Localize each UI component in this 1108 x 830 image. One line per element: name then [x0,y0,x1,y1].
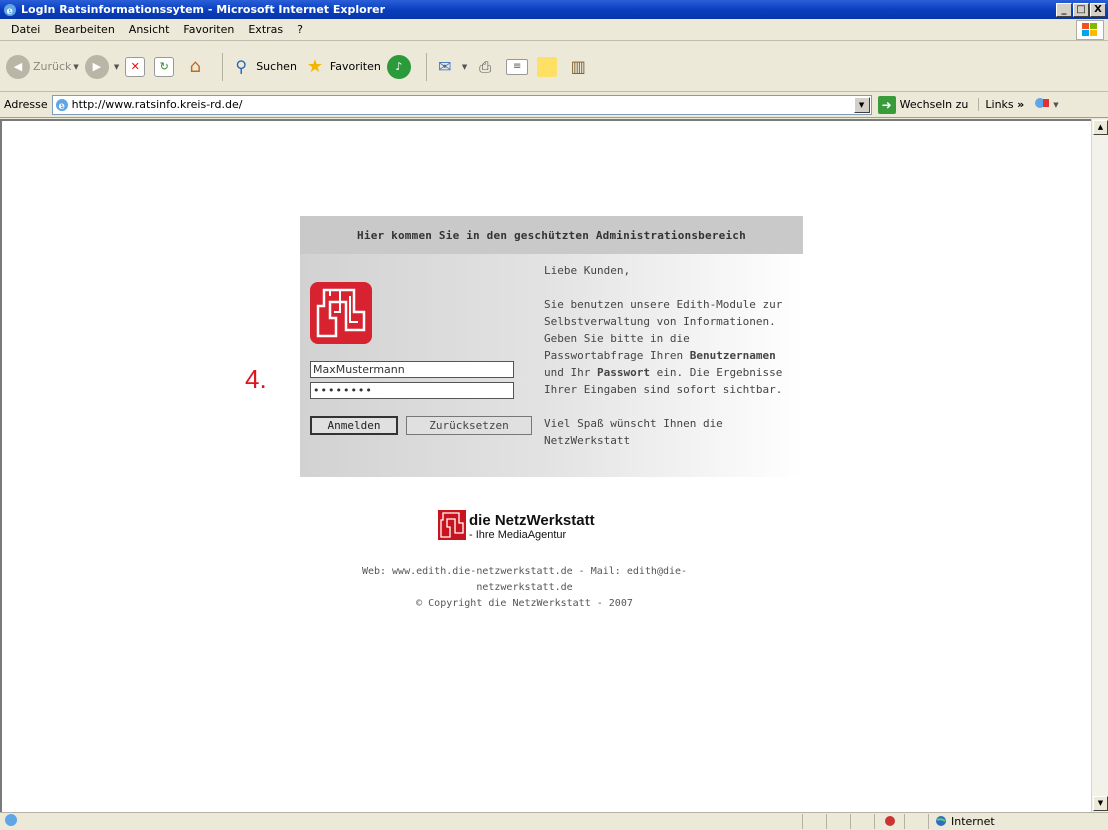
media-icon: ♪ [386,54,411,79]
menu-favoriten[interactable]: Favoriten [176,23,241,36]
menu-bearbeiten[interactable]: Bearbeiten [47,23,121,36]
menu-datei[interactable]: Datei [4,23,47,36]
discuss-button[interactable] [537,56,560,77]
ie-logo-icon: e [4,3,16,17]
zone-label: Internet [951,814,995,828]
printer-icon: ⎙ [479,57,492,76]
address-url: http://www.ratsinfo.kreis-rd.de/ [71,98,243,111]
search-button[interactable]: ⚲ Suchen [229,55,297,79]
login-button[interactable]: Anmelden [310,416,398,435]
instruction-bold-password: Passwort [596,366,650,379]
privacy-icon[interactable] [874,813,904,829]
footer-info: Web: www.edith.die-netzwerkstatt.de - Ma… [352,564,697,612]
home-button[interactable]: ⌂ [183,55,210,79]
mail-button[interactable]: ✉ ▼ [433,55,467,79]
maximize-button[interactable]: □ [1073,2,1089,17]
scroll-down-icon[interactable]: ▼ [1093,796,1108,811]
go-arrow-icon: ➜ [877,95,896,114]
username-input[interactable]: MaxMustermann [310,361,514,378]
footer-copyright: © Copyright die NetzWerkstatt - 2007 [416,598,633,609]
search-label: Suchen [256,60,297,73]
minimize-button[interactable]: _ [1056,2,1072,17]
page-status-icon [4,813,18,830]
edit-button[interactable]: ≡ [506,58,531,75]
forward-button[interactable]: ▶ ▼ [84,54,119,79]
links-button[interactable]: Links » [978,98,1024,111]
status-bar: Internet [0,812,1108,829]
globe-icon [936,816,946,826]
back-arrow-icon: ◀ [6,54,30,79]
security-zone: Internet [928,813,1108,829]
mail-icon: ✉ [438,57,452,76]
windows-flag-icon [1076,20,1104,40]
window-title: LogIn Ratsinformationssytem - Microsoft … [21,3,385,16]
brand-name: die NetzWerkstatt [469,512,595,529]
print-button[interactable]: ⎙ [473,55,500,79]
stop-icon: ✕ [125,56,146,77]
forward-arrow-icon: ▶ [84,54,109,79]
edit-icon: ≡ [506,58,529,75]
password-input[interactable]: •••••••• [310,382,514,399]
note-icon [537,56,558,77]
standard-toolbar: ◀ Zurück ▼ ▶ ▼ ✕ ↻ ⌂ ⚲ Suchen ★ Favoriten … [0,42,1108,92]
star-icon: ★ [306,56,323,77]
footer-brand: die NetzWerkstatt - Ihre MediaAgentur [438,510,595,541]
title-bar: e LogIn Ratsinformationssytem - Microsof… [0,0,1108,19]
research-icon: ▥ [570,57,586,76]
address-bar: Adresse e http://www.ratsinfo.kreis-rd.d… [0,92,1108,118]
step-marker: 4. [245,364,267,394]
go-button[interactable]: ➜ Wechseln zu [877,95,969,114]
back-label: Zurück [33,60,72,73]
login-description: Liebe Kunden, Sie benutzen unsere Edith-… [544,262,794,466]
close-button[interactable]: X [1090,2,1106,17]
stop-button[interactable]: ✕ [125,56,148,77]
instruction-part2: und Ihr [544,366,597,379]
favorites-button[interactable]: ★ Favoriten [303,55,381,79]
search-icon: ⚲ [235,57,248,76]
scroll-up-icon[interactable]: ▲ [1093,120,1108,135]
netzwerkstatt-logo-icon [310,282,372,344]
back-button[interactable]: ◀ Zurück ▼ [6,54,79,79]
home-icon: ⌂ [189,56,201,77]
address-input[interactable]: e http://www.ratsinfo.kreis-rd.de/ ▼ [51,94,872,115]
svg-text:e: e [7,6,13,17]
toolbar-extension-icon[interactable] [1034,96,1050,113]
footer-contact: Web: www.edith.die-netzwerkstatt.de - Ma… [361,566,688,593]
browser-viewport: Hier kommen Sie in den geschützten Admin… [0,119,1091,812]
menu-help[interactable]: ? [290,23,310,36]
svg-text:e: e [58,101,64,112]
login-heading: Hier kommen Sie in den geschützten Admin… [300,216,803,254]
refresh-button[interactable]: ↻ [154,56,177,77]
reset-button[interactable]: Zurücksetzen [406,416,532,435]
page-icon: e [55,98,68,112]
greeting-text: Liebe Kunden, [544,264,631,277]
refresh-icon: ↻ [154,56,175,77]
address-label: Adresse [4,98,48,111]
address-dropdown-icon[interactable]: ▼ [853,96,870,113]
netzwerkstatt-small-logo-icon [438,510,466,540]
menu-bar: Datei Bearbeiten Ansicht Favoriten Extra… [0,19,1108,41]
login-panel: Hier kommen Sie in den geschützten Admin… [300,216,803,477]
brand-tagline: - Ihre MediaAgentur [469,529,567,541]
instruction-bold-username: Benutzernamen [689,349,776,362]
go-label: Wechseln zu [899,98,969,111]
menu-extras[interactable]: Extras [241,23,290,36]
links-label: Links [985,98,1014,111]
messenger-button[interactable]: ▥ [566,55,593,79]
vertical-scrollbar[interactable]: ▲ ▼ [1091,119,1108,812]
instruction-text: Sie benutzen unsere Edith-Module zur Sel… [544,296,794,398]
closing-text: Viel Spaß wünscht Ihnen die NetzWerkstat… [544,417,723,447]
favorites-label: Favoriten [329,60,381,73]
media-button[interactable]: ♪ [386,54,414,79]
menu-ansicht[interactable]: Ansicht [122,23,177,36]
